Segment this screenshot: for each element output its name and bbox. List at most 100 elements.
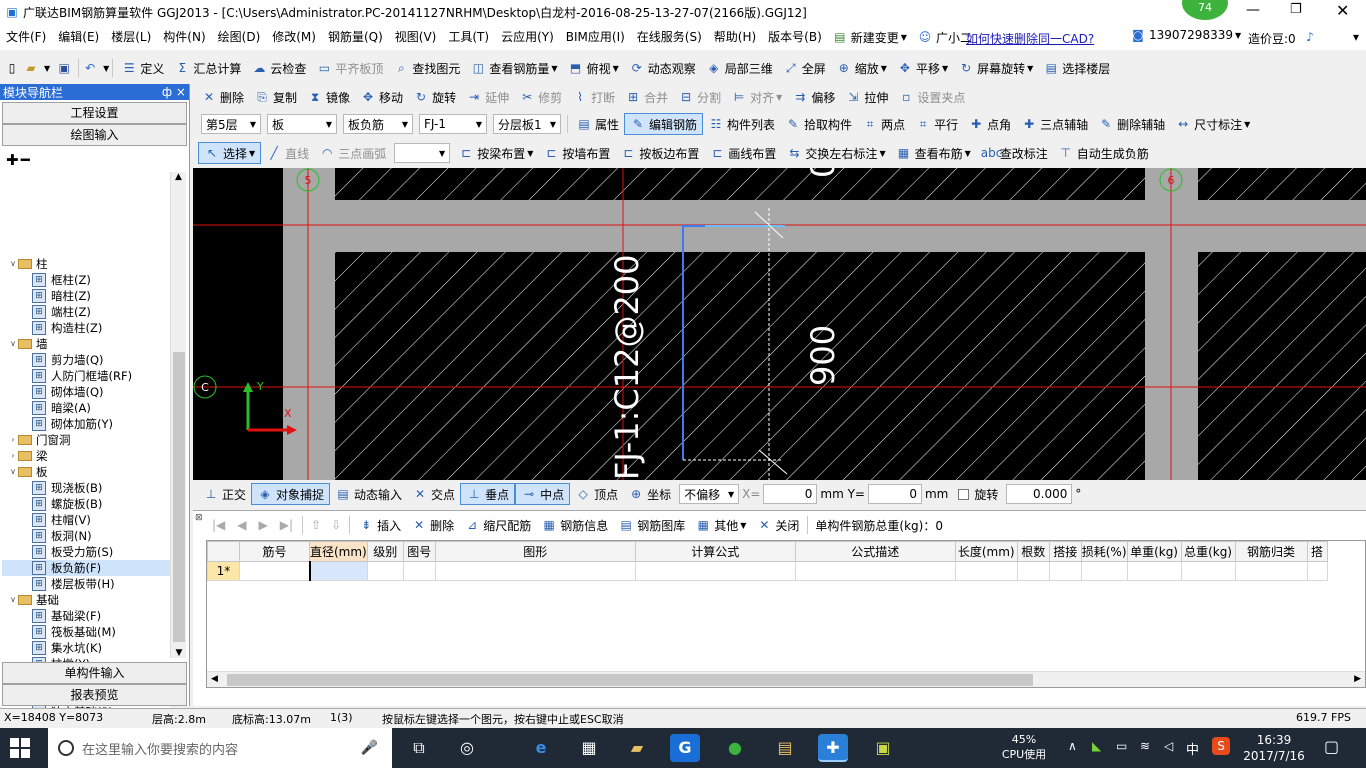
by-beam-button[interactable]: ⊏ 按梁布置 ▼ bbox=[453, 142, 538, 164]
column-header[interactable]: 损耗(%) bbox=[1080, 541, 1128, 562]
by-slab-edge-button[interactable]: ⊏ 按板边布置 bbox=[615, 142, 704, 164]
mirror-button[interactable]: ⧗ 镜像 bbox=[302, 86, 355, 108]
tree-item[interactable]: ⊞ 暗柱(Z) bbox=[2, 288, 170, 304]
by-wall-button[interactable]: ⊏ 按墙布置 bbox=[538, 142, 615, 164]
rotate-screen-button[interactable]: ↻ 屏幕旋转 ▼ bbox=[953, 57, 1038, 79]
menu-item[interactable]: 云应用(Y) bbox=[495, 24, 560, 50]
trim-button[interactable]: ✂ 修剪 bbox=[514, 86, 567, 108]
menu-item[interactable]: 绘图(D) bbox=[212, 24, 267, 50]
table-cell[interactable] bbox=[634, 561, 796, 581]
tree-folder[interactable]: › 梁 bbox=[2, 448, 170, 464]
nvidia-icon[interactable]: ◣ bbox=[1092, 739, 1101, 753]
perpendicular-button[interactable]: ⊥ 垂点 bbox=[460, 483, 516, 505]
dimension-button[interactable]: ↔ 尺寸标注 ▼ bbox=[1170, 113, 1255, 135]
tree-folder[interactable]: ∨ 墙 bbox=[2, 336, 170, 352]
expand-icon[interactable]: › bbox=[8, 432, 18, 448]
rotate-checkbox[interactable] bbox=[958, 488, 970, 500]
column-header[interactable]: 钢筋归类 bbox=[1234, 541, 1308, 562]
edit-rebar-button[interactable]: ✎ 编辑钢筋 bbox=[624, 113, 704, 135]
sogou-tray-icon[interactable]: S bbox=[1212, 737, 1230, 755]
layer-select[interactable]: 分层板1 ▼ bbox=[493, 114, 561, 134]
wifi-icon[interactable]: ≋ bbox=[1140, 739, 1150, 753]
next-record-icon[interactable]: ▶ bbox=[253, 518, 274, 532]
first-record-icon[interactable]: |◀ bbox=[206, 518, 231, 532]
two-point-button[interactable]: ⌗ 两点 bbox=[857, 113, 910, 135]
column-header[interactable]: 公式描述 bbox=[794, 541, 956, 562]
vertex-button[interactable]: ◇ 顶点 bbox=[570, 483, 623, 505]
tree-item[interactable]: ⊞ 螺旋板(B) bbox=[2, 496, 170, 512]
slab-main[interactable] bbox=[335, 252, 1145, 480]
column-header[interactable]: 搭 bbox=[1306, 541, 1328, 562]
tree-item[interactable]: ⊞ 现浇板(B) bbox=[2, 480, 170, 496]
tree-item[interactable]: ⊞ 端柱(Z) bbox=[2, 304, 170, 320]
tree-item[interactable]: ⊞ 框柱(Z) bbox=[2, 272, 170, 288]
prev-record-icon[interactable]: ◀ bbox=[231, 518, 252, 532]
insert-button[interactable]: ⇟ 插入 bbox=[353, 514, 406, 536]
rotate-button[interactable]: ↻ 旋转 bbox=[408, 86, 461, 108]
type-select[interactable]: 板 ▼ bbox=[267, 114, 337, 134]
slab-right[interactable] bbox=[1198, 252, 1366, 480]
menu-item[interactable]: 修改(M) bbox=[266, 24, 322, 50]
x-input[interactable]: 0 bbox=[763, 484, 818, 504]
slab-top-left[interactable] bbox=[335, 168, 1145, 200]
split-button[interactable]: ⊟ 分割 bbox=[673, 86, 726, 108]
swap-labels-button[interactable]: ⇆ 交换左右标注 ▼ bbox=[781, 142, 890, 164]
minimize-button[interactable]: — bbox=[1246, 2, 1260, 18]
drawing-canvas[interactable]: 5 6 C FJ-1:C12@200 900 0 Y X bbox=[193, 168, 1366, 480]
subtype-select[interactable]: 板负筋 ▼ bbox=[343, 114, 413, 134]
column-header[interactable]: 图形 bbox=[434, 541, 636, 562]
offset-button[interactable]: ⇉ 偏移 bbox=[787, 86, 840, 108]
edge-icon[interactable]: e bbox=[526, 734, 556, 762]
cpu-monitor[interactable]: 45% CPU使用 bbox=[996, 732, 1052, 762]
tree-item[interactable]: ⊞ 集水坑(K) bbox=[2, 640, 170, 656]
project-settings-button[interactable]: 工程设置 bbox=[2, 102, 187, 124]
close-button[interactable]: ✕ 关闭 bbox=[751, 514, 804, 536]
column-header[interactable]: 直径(mm) bbox=[309, 541, 368, 562]
single-component-button[interactable]: 单构件输入 bbox=[2, 662, 187, 684]
assistant-button[interactable]: ☺ 广小二 bbox=[917, 29, 972, 46]
volume-icon[interactable]: ◁ bbox=[1164, 739, 1173, 753]
summary-calc-button[interactable]: Σ 汇总计算 bbox=[169, 57, 246, 79]
menu-item[interactable]: 帮助(H) bbox=[708, 24, 762, 50]
extend-button[interactable]: ⇥ 延伸 bbox=[461, 86, 514, 108]
column-header[interactable]: 总重(kg) bbox=[1180, 541, 1236, 562]
grid-h-scrollbar[interactable]: ◀ ▶ bbox=[207, 671, 1365, 687]
collapse-icon[interactable]: ∨ bbox=[8, 592, 18, 608]
rebar-info-button[interactable]: ▦ 钢筋信息 bbox=[536, 514, 613, 536]
define-button[interactable]: ☰ 定义 bbox=[116, 57, 169, 79]
rotate-input[interactable]: 0.000 bbox=[1006, 484, 1073, 504]
expand-all-icon[interactable]: ✚ bbox=[6, 151, 19, 169]
store-icon[interactable]: ▦ bbox=[574, 734, 604, 762]
tree-folder[interactable]: ∨ 基础 bbox=[2, 592, 170, 608]
nav-pin-close[interactable]: ф × bbox=[162, 85, 186, 99]
calculator-icon[interactable]: ▣ bbox=[868, 734, 898, 762]
table-cell[interactable] bbox=[1180, 561, 1236, 581]
move-button[interactable]: ✥ 移动 bbox=[355, 86, 408, 108]
menu-item[interactable]: 工具(T) bbox=[442, 24, 495, 50]
menu-item[interactable]: 在线服务(S) bbox=[631, 24, 708, 50]
auto-negative-rebar-button[interactable]: ⊤ 自动生成负筋 bbox=[1053, 142, 1154, 164]
browser-360-icon[interactable]: ◎ bbox=[452, 734, 482, 762]
undo-icon[interactable]: ↶ bbox=[82, 60, 98, 76]
merge-button[interactable]: ⊞ 合并 bbox=[620, 86, 673, 108]
table-cell[interactable] bbox=[1234, 561, 1308, 581]
new-file-icon[interactable]: ▯ bbox=[4, 60, 20, 76]
table-cell[interactable] bbox=[1306, 561, 1328, 581]
top-view-button[interactable]: ⬒ 俯视 ▼ bbox=[563, 57, 624, 79]
ime-indicator[interactable]: 中 bbox=[1186, 739, 1199, 758]
align-button[interactable]: ⊨ 对齐 ▼ bbox=[726, 86, 787, 108]
report-preview-button[interactable]: 报表预览 bbox=[2, 684, 187, 706]
table-cell[interactable] bbox=[1126, 561, 1182, 581]
table-cell[interactable] bbox=[434, 561, 636, 581]
delete-button[interactable]: ✕ 删除 bbox=[406, 514, 459, 536]
pan-button[interactable]: ✥ 平移 ▼ bbox=[892, 57, 953, 79]
find-element-button[interactable]: ⌕ 查找图元 bbox=[388, 57, 465, 79]
menu-item[interactable]: 编辑(E) bbox=[52, 24, 105, 50]
table-cell[interactable] bbox=[402, 561, 436, 581]
copy-button[interactable]: ⎘ 复制 bbox=[249, 86, 302, 108]
expand-icon[interactable]: › bbox=[8, 448, 18, 464]
battery-icon[interactable]: ▭ bbox=[1116, 739, 1127, 753]
start-button[interactable] bbox=[10, 738, 30, 758]
view-rebar-layout-button[interactable]: ▦ 查看布筋 ▼ bbox=[891, 142, 976, 164]
column-header[interactable]: 计算公式 bbox=[634, 541, 796, 562]
